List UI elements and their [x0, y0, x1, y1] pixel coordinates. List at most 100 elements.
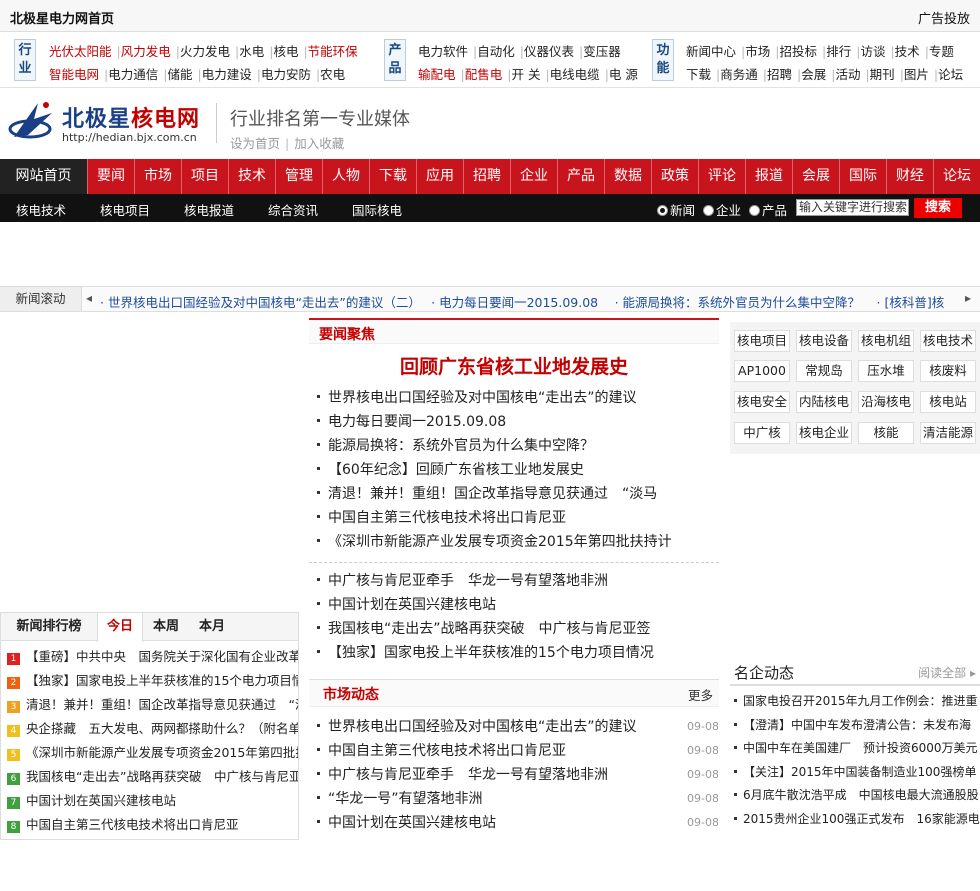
- cat-link[interactable]: 核电: [273, 44, 298, 59]
- cat-link[interactable]: 招投标: [779, 44, 817, 59]
- ticker-next-icon[interactable]: ▸: [965, 291, 971, 305]
- keyword-tag[interactable]: 核电企业: [796, 422, 852, 444]
- list-item[interactable]: 中广核与肯尼亚牵手 华龙一号有望落地非洲 09-08: [309, 763, 719, 787]
- list-item[interactable]: 【关注】2015年中国装备制造业100强榜单: [730, 761, 980, 785]
- cat-link[interactable]: 会展: [801, 67, 826, 82]
- cat-link[interactable]: 新闻中心: [686, 44, 736, 59]
- keyword-tag[interactable]: 内陆核电: [796, 391, 852, 413]
- keyword-tag[interactable]: 清洁能源: [920, 422, 976, 444]
- list-item[interactable]: 中国计划在英国兴建核电站: [309, 593, 719, 617]
- keyword-tag[interactable]: 核电项目: [734, 330, 790, 352]
- ranking-item[interactable]: 1 【重磅】中共中央 国务院关于深化国有企业改革的: [1, 645, 298, 669]
- list-item[interactable]: 世界核电出口国经验及对中国核电“走出去”的建议 09-08: [309, 715, 719, 739]
- nav-item[interactable]: 要闻: [88, 159, 135, 194]
- tab-month[interactable]: 本月: [189, 613, 235, 641]
- cat-link[interactable]: 技术: [895, 44, 920, 59]
- market-more-link[interactable]: 更多: [688, 685, 713, 704]
- keyword-tag[interactable]: 常规岛: [796, 360, 852, 382]
- keyword-tag[interactable]: 核电技术: [920, 330, 976, 352]
- cat-link[interactable]: 水电: [239, 44, 264, 59]
- keyword-tag[interactable]: 核电安全: [734, 391, 790, 413]
- ranking-item[interactable]: 3 清退！兼并！重组！国企改革指导意见获通过 “淡: [1, 693, 298, 717]
- tab-week[interactable]: 本周: [143, 613, 189, 641]
- keyword-tag[interactable]: 核电设备: [796, 330, 852, 352]
- cat-link[interactable]: 电 源: [609, 67, 638, 82]
- cat-link[interactable]: 招聘: [767, 67, 792, 82]
- nav-item[interactable]: 数据: [605, 159, 652, 194]
- cat-link[interactable]: 风力发电: [121, 44, 171, 59]
- nav-item[interactable]: 国际: [840, 159, 887, 194]
- cat-link[interactable]: 开 关: [511, 67, 540, 82]
- cat-link[interactable]: 电线电缆: [550, 67, 600, 82]
- list-item[interactable]: 《深圳市新能源产业发展专项资金2015年第四批扶持计: [309, 530, 719, 554]
- search-input[interactable]: 输入关键字进行搜索: [796, 199, 909, 216]
- set-home-link[interactable]: 设为首页: [230, 136, 280, 151]
- nav-item[interactable]: 财经: [887, 159, 934, 194]
- list-item[interactable]: 中国中车在美国建厂 预计投资6000万美元: [730, 737, 980, 761]
- nav-item[interactable]: 论坛: [934, 159, 980, 194]
- keyword-tag[interactable]: 核电机组: [858, 330, 914, 352]
- tab-today[interactable]: 今日: [97, 613, 143, 642]
- list-item[interactable]: 中国自主第三代核电技术将出口肯尼亚: [309, 506, 719, 530]
- nav-item[interactable]: 会展: [793, 159, 840, 194]
- cat-link[interactable]: 专题: [929, 44, 954, 59]
- list-item[interactable]: 电力每日要闻一2015.09.08: [309, 410, 719, 434]
- radio-company[interactable]: 企业: [703, 203, 741, 218]
- cat-link[interactable]: 电力通信: [108, 67, 158, 82]
- subnav-item[interactable]: 综合资讯: [268, 200, 318, 219]
- keyword-tag[interactable]: 核废料: [920, 360, 976, 382]
- cat-link[interactable]: 下载: [686, 67, 711, 82]
- cat-link[interactable]: 访谈: [860, 44, 885, 59]
- ticker-text[interactable]: · 世界核电出口国经验及对中国核电“走出去”的建议（二） · 电力每日要闻一20…: [100, 292, 956, 311]
- nav-item[interactable]: 人物: [323, 159, 370, 194]
- nav-item[interactable]: 产品: [558, 159, 605, 194]
- nav-item[interactable]: 招聘: [464, 159, 511, 194]
- cat-link[interactable]: 智能电网: [49, 67, 99, 82]
- nav-item[interactable]: 下载: [370, 159, 417, 194]
- cat-link[interactable]: 输配电: [418, 67, 456, 82]
- subnav-item[interactable]: 核电技术: [16, 200, 66, 219]
- list-item[interactable]: 清退！兼并！重组！国企改革指导意见获通过 “淡马: [309, 482, 719, 506]
- subnav-item[interactable]: 国际核电: [352, 200, 402, 219]
- cat-link[interactable]: 光伏太阳能: [49, 44, 112, 59]
- ranking-item[interactable]: 2 【独家】国家电投上半年获核准的15个电力项目情: [1, 669, 298, 693]
- keyword-tag[interactable]: 核电站: [920, 391, 976, 413]
- list-item[interactable]: 【60年纪念】回顾广东省核工业地发展史: [309, 458, 719, 482]
- subnav-item[interactable]: 核电报道: [184, 200, 234, 219]
- list-item[interactable]: 中广核与肯尼亚牵手 华龙一号有望落地非洲: [309, 569, 719, 593]
- radio-news[interactable]: 新闻: [657, 203, 695, 218]
- cat-link[interactable]: 配售电: [465, 67, 503, 82]
- subnav-item[interactable]: 核电项目: [100, 200, 150, 219]
- list-item[interactable]: 6月底牛散沈浩平成 中国核电最大流通股股: [730, 784, 980, 808]
- add-favorite-link[interactable]: 加入收藏: [294, 136, 344, 151]
- radio-product[interactable]: 产品: [749, 203, 787, 218]
- cat-link[interactable]: 电力建设: [202, 67, 252, 82]
- cat-link[interactable]: 活动: [835, 67, 860, 82]
- cat-link[interactable]: 期刊: [870, 67, 895, 82]
- list-item[interactable]: 能源局换将：系统外官员为什么集中空降？: [309, 434, 719, 458]
- nav-item[interactable]: 项目: [182, 159, 229, 194]
- nav-item[interactable]: 政策: [652, 159, 699, 194]
- list-item[interactable]: 国家电投召开2015年九月工作例会：推进重: [730, 690, 980, 714]
- site-logo-text[interactable]: 北极星核电网: [62, 101, 200, 133]
- list-item[interactable]: 我国核电“走出去”战略再获突破 中广核与肯尼亚签: [309, 617, 719, 641]
- keyword-tag[interactable]: 沿海核电: [858, 391, 914, 413]
- cat-link[interactable]: 电力软件: [418, 44, 468, 59]
- ranking-item[interactable]: 6 我国核电“走出去”战略再获突破 中广核与肯尼亚: [1, 765, 298, 789]
- cat-link[interactable]: 农电: [320, 67, 345, 82]
- cat-link[interactable]: 变压器: [583, 44, 621, 59]
- list-item[interactable]: “华龙一号”有望落地非洲 09-08: [309, 787, 719, 811]
- nav-item[interactable]: 应用: [417, 159, 464, 194]
- nav-item[interactable]: 市场: [135, 159, 182, 194]
- ranking-item[interactable]: 7 中国计划在英国兴建核电站: [1, 789, 298, 813]
- keyword-tag[interactable]: 中广核: [734, 422, 790, 444]
- list-item[interactable]: 【澄清】中国中车发布澄清公告：未发布海: [730, 714, 980, 738]
- read-all-link[interactable]: 阅读全部 ▸: [918, 664, 976, 681]
- polaris-logo-icon[interactable]: [8, 99, 56, 141]
- ticker-prev-icon[interactable]: ◂: [86, 291, 92, 305]
- cat-link[interactable]: 商务通: [720, 67, 758, 82]
- cat-link[interactable]: 自动化: [477, 44, 515, 59]
- cat-link[interactable]: 储能: [167, 67, 192, 82]
- ranking-item[interactable]: 5 《深圳市新能源产业发展专项资金2015年第四批扶: [1, 741, 298, 765]
- focus-headline[interactable]: 回顾广东省核工业地发展史: [309, 352, 719, 382]
